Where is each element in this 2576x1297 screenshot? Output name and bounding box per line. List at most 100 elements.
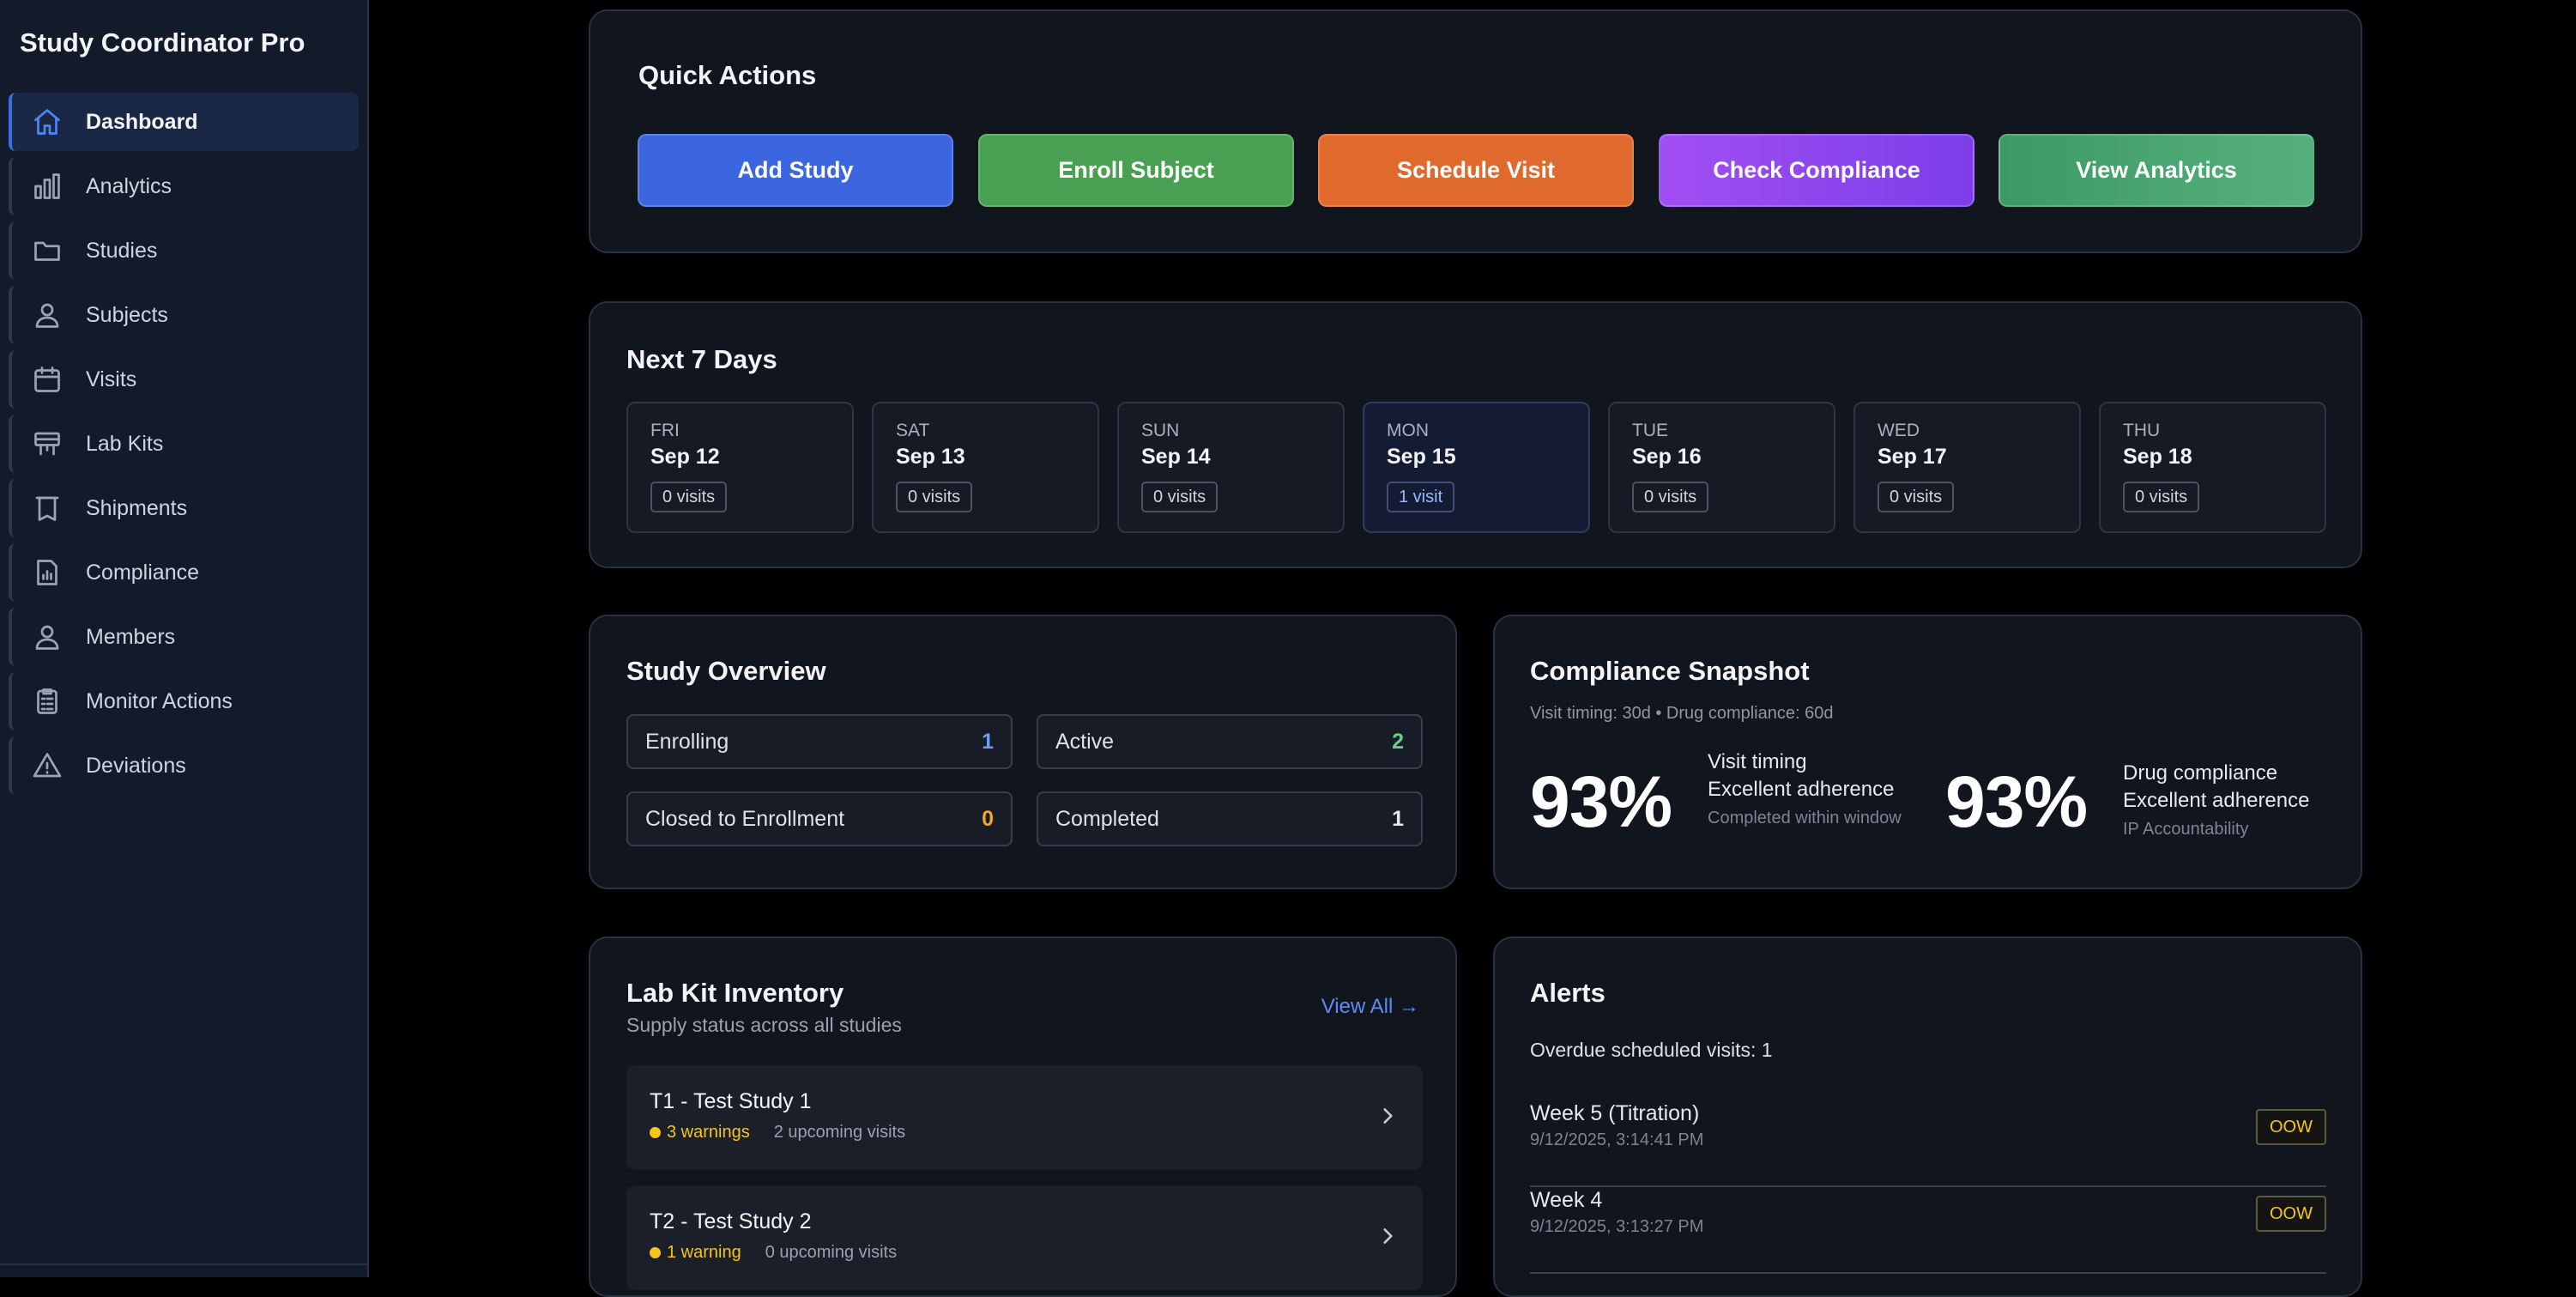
stat-completed[interactable]: Completed 1: [1037, 791, 1423, 846]
day-of-week: TUE: [1632, 421, 1668, 440]
sidebar-item-label: Lab Kits: [86, 431, 164, 456]
drug-compliance-label: Drug compliance: [2123, 761, 2278, 785]
sidebar-item-shipments[interactable]: Shipments: [9, 479, 359, 537]
lab-kit-row[interactable]: T1 - Test Study 1 3 warnings 2 upcoming …: [626, 1065, 1423, 1170]
sidebar-item-label: Shipments: [86, 495, 188, 520]
visit-timing-status: Excellent adherence: [1708, 778, 1895, 801]
bar-chart-icon: [31, 170, 63, 203]
stat-enrolling[interactable]: Enrolling 1: [626, 714, 1013, 769]
sidebar-item-members[interactable]: Members: [9, 608, 359, 666]
day-tile[interactable]: SUN Sep 14 0 visits: [1117, 402, 1345, 533]
day-date: Sep 15: [1387, 445, 1456, 469]
alert-timestamp: 9/12/2025, 3:14:41 PM: [1530, 1130, 1704, 1149]
alert-visit-name: Week 5 (Titration): [1530, 1101, 1700, 1125]
sidebar-item-label: Monitor Actions: [86, 688, 233, 713]
visit-timing-details: Visit timing Excellent adherence Complet…: [1708, 749, 1914, 829]
view-all-link[interactable]: View All →: [1321, 995, 1419, 1019]
warning-dot-icon: [650, 1127, 661, 1138]
stat-value: 1: [1392, 806, 1404, 831]
lab-kit-inventory-card: Lab Kit Inventory Supply status across a…: [589, 936, 1457, 1297]
sidebar-divider: [0, 1264, 369, 1265]
user-icon: [31, 299, 63, 331]
visits-count-badge: 0 visits: [896, 482, 973, 512]
lab-kit-inventory-subtitle: Supply status across all studies: [626, 1014, 902, 1036]
day-of-week: SAT: [896, 421, 930, 440]
chevron-right-icon: [1376, 1225, 1399, 1247]
sidebar-item-dashboard[interactable]: Dashboard: [9, 93, 359, 151]
add-study-button[interactable]: Add Study: [638, 134, 953, 207]
oow-badge: OOW: [2256, 1109, 2326, 1145]
sidebar-item-compliance[interactable]: Compliance: [9, 543, 359, 602]
day-date: Sep 12: [650, 445, 720, 469]
stat-label: Active: [1055, 729, 1115, 754]
compliance-snapshot-title: Compliance Snapshot: [1530, 656, 1810, 686]
day-tile[interactable]: THU Sep 18 0 visits: [2099, 402, 2326, 533]
day-of-week: SUN: [1141, 421, 1180, 440]
day-tile[interactable]: SAT Sep 13 0 visits: [872, 402, 1099, 533]
app-title: Study Coordinator Pro: [20, 27, 305, 58]
stat-label: Enrolling: [645, 729, 729, 754]
day-tile[interactable]: MON Sep 15 1 visit: [1363, 402, 1590, 533]
stat-value: 1: [982, 729, 994, 754]
compliance-snapshot-card: Compliance Snapshot Visit timing: 30d • …: [1493, 615, 2362, 889]
view-analytics-button[interactable]: View Analytics: [1999, 134, 2314, 207]
calendar-icon: [31, 363, 63, 396]
sidebar-item-subjects[interactable]: Subjects: [9, 286, 359, 344]
visit-timing-label: Visit timing: [1708, 750, 1807, 773]
visit-timing-note: Completed within window: [1708, 809, 1902, 827]
upcoming-visits: 2 upcoming visits: [773, 1123, 906, 1142]
alert-item[interactable]: Week 5 (Titration) 9/12/2025, 3:14:41 PM…: [1530, 1101, 2326, 1187]
drug-compliance-note: IP Accountability: [2123, 820, 2249, 839]
day-date: Sep 17: [1878, 445, 1947, 469]
overdue-visits-summary: Overdue scheduled visits: 1: [1530, 1039, 1773, 1061]
sidebar-item-monitor-actions[interactable]: Monitor Actions: [9, 672, 359, 730]
next-7-days-title: Next 7 Days: [626, 344, 777, 374]
study-name: T1 - Test Study 1: [650, 1089, 812, 1113]
stat-active[interactable]: Active 2: [1037, 714, 1423, 769]
visits-count-badge: 0 visits: [1141, 482, 1218, 512]
package-icon: [31, 492, 63, 524]
alerts-title: Alerts: [1530, 978, 1605, 1008]
sidebar-item-label: Analytics: [86, 173, 172, 198]
sidebar-item-studies[interactable]: Studies: [9, 221, 359, 280]
drug-compliance-percent: 93%: [1945, 761, 2088, 842]
clipboard-icon: [31, 685, 63, 718]
day-tile[interactable]: TUE Sep 16 0 visits: [1608, 402, 1835, 533]
alert-timestamp: 9/12/2025, 3:13:27 PM: [1530, 1217, 1704, 1236]
chevron-right-icon: [1376, 1105, 1399, 1127]
sidebar: Study Coordinator Pro Dashboard Analytic…: [0, 0, 369, 1277]
day-tile[interactable]: FRI Sep 12 0 visits: [626, 402, 854, 533]
day-date: Sep 13: [896, 445, 965, 469]
visits-count-badge: 0 visits: [1632, 482, 1709, 512]
alert-item[interactable]: Week 4 9/12/2025, 3:13:27 PM OOW: [1530, 1188, 2326, 1274]
sidebar-item-visits[interactable]: Visits: [9, 350, 359, 409]
stat-closed-to-enrollment[interactable]: Closed to Enrollment 0: [626, 791, 1013, 846]
day-date: Sep 18: [2123, 445, 2192, 469]
quick-actions-card: Quick Actions Add Study Enroll Subject S…: [589, 9, 2362, 253]
sidebar-item-deviations[interactable]: Deviations: [9, 736, 359, 795]
day-date: Sep 16: [1632, 445, 1702, 469]
sidebar-item-label: Compliance: [86, 560, 200, 585]
lab-kit-icon: [31, 427, 63, 460]
visits-count-badge: 0 visits: [2123, 482, 2200, 512]
stat-label: Closed to Enrollment: [645, 806, 845, 831]
sidebar-item-label: Visits: [86, 367, 137, 391]
visits-count-badge: 0 visits: [1878, 482, 1955, 512]
sidebar-item-label: Dashboard: [86, 109, 198, 134]
day-tile[interactable]: WED Sep 17 0 visits: [1853, 402, 2081, 533]
sidebar-item-analytics[interactable]: Analytics: [9, 157, 359, 215]
day-date: Sep 14: [1141, 445, 1211, 469]
warnings-count: 3 warnings: [667, 1123, 750, 1142]
sidebar-item-lab-kits[interactable]: Lab Kits: [9, 415, 359, 473]
lab-kit-row[interactable]: T2 - Test Study 2 1 warning 0 upcoming v…: [626, 1185, 1423, 1290]
schedule-visit-button[interactable]: Schedule Visit: [1318, 134, 1634, 207]
user-icon: [31, 621, 63, 653]
kit-status: 1 warning 0 upcoming visits: [650, 1243, 1423, 1263]
sidebar-item-label: Studies: [86, 238, 158, 263]
stat-value: 2: [1392, 729, 1404, 754]
drug-compliance-details: Drug compliance Excellent adherence IP A…: [2123, 760, 2346, 840]
home-icon: [31, 106, 63, 138]
day-of-week: MON: [1387, 421, 1429, 440]
enroll-subject-button[interactable]: Enroll Subject: [978, 134, 1294, 207]
check-compliance-button[interactable]: Check Compliance: [1659, 134, 1974, 207]
